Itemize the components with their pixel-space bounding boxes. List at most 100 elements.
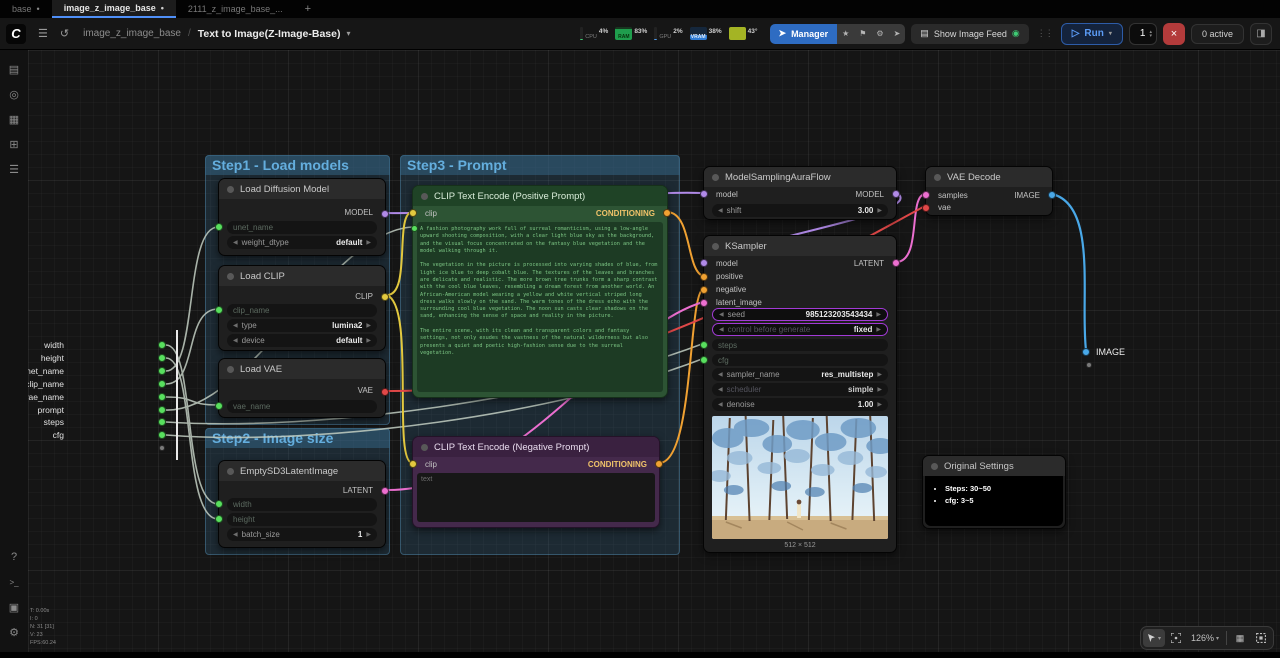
output-dot-model[interactable] (892, 190, 900, 198)
node-model-sampling-auraflow[interactable]: ModelSamplingAuraFlow model MODEL ◀ shif… (703, 166, 897, 220)
slot-dot[interactable] (158, 354, 166, 362)
input-dot-cfg[interactable] (700, 356, 708, 364)
node-load-vae[interactable]: Load VAE VAE vae_name (218, 358, 386, 418)
select-tool-button[interactable]: ▾ (1143, 629, 1165, 647)
node-ksampler[interactable]: KSampler model LATENT positive negative … (703, 235, 897, 553)
group-title[interactable]: Step1 - Load models (205, 155, 390, 175)
node-load-clip[interactable]: Load CLIP CLIP clip_name ◀ type lumina2 … (218, 265, 386, 351)
menu-icon[interactable]: ☰ (38, 27, 48, 40)
subgraph-output-image[interactable]: IMAGE (1096, 347, 1125, 357)
widget-weight-dtype[interactable]: ◀ weight_dtype default ▶ (227, 236, 377, 249)
tab-image-z-image-base[interactable]: image_z_image_base • (52, 0, 176, 18)
arrow-right-icon[interactable]: ▶ (366, 239, 371, 246)
workflow-name[interactable]: Text to Image(Z-Image-Base) (198, 28, 341, 40)
widget-device[interactable]: ◀ device default ▶ (227, 334, 377, 347)
subgraph-input-panel[interactable] (176, 330, 178, 460)
node-clip-text-encode-negative[interactable]: CLIP Text Encode (Negative Prompt) clip … (412, 436, 660, 528)
node-load-diffusion-model[interactable]: Load Diffusion Model MODEL unet_name ◀ w… (218, 178, 386, 256)
negative-prompt-textarea[interactable]: text (417, 473, 655, 522)
empty-slot-dot[interactable] (1086, 362, 1092, 368)
node-status-dot[interactable] (227, 273, 234, 280)
drag-handle[interactable]: ⋮⋮ (1037, 28, 1053, 39)
toggle-minimap-button[interactable] (1251, 629, 1271, 647)
node-empty-sd3-latent-image[interactable]: EmptySD3LatentImage LATENT width height … (218, 460, 386, 548)
arrow-left-icon[interactable]: ◀ (718, 386, 723, 393)
node-status-dot[interactable] (421, 444, 428, 451)
arrow-left-icon[interactable]: ◀ (718, 371, 723, 378)
node-status-dot[interactable] (712, 243, 719, 250)
input-dot-clip-name[interactable] (215, 306, 223, 314)
input-dot-model[interactable] (700, 259, 708, 267)
output-dot-conditioning[interactable] (655, 460, 663, 468)
group-title[interactable]: Step3 - Prompt (400, 155, 680, 175)
arrow-left-icon[interactable]: ◀ (719, 311, 724, 318)
fit-view-button[interactable] (1166, 629, 1186, 647)
arrow-left-icon[interactable]: ◀ (233, 239, 238, 246)
node-status-dot[interactable] (712, 174, 719, 181)
slot-dot[interactable] (158, 341, 166, 349)
widget-type[interactable]: ◀ type lumina2 ▶ (227, 319, 377, 332)
arrow-right-icon[interactable]: ▶ (877, 386, 882, 393)
preview-image[interactable] (712, 416, 888, 539)
arrow-right-icon[interactable]: ▶ (876, 326, 881, 333)
arrow-right-icon[interactable]: ▶ (366, 337, 371, 344)
queue-icon[interactable]: ☰ (3, 158, 25, 180)
step-down-icon[interactable]: ▾ (1149, 34, 1152, 38)
input-dot-vae[interactable] (922, 204, 930, 212)
toggle-panel-button[interactable]: ◨ (1250, 23, 1272, 45)
node-clip-text-encode-positive[interactable]: CLIP Text Encode (Positive Prompt) clip … (412, 185, 668, 398)
run-button[interactable]: ▷ Run ▾ (1061, 23, 1123, 45)
output-dot-latent[interactable] (381, 487, 389, 495)
subgraph-output-dot[interactable] (1082, 348, 1090, 356)
widget-control-before-generate[interactable]: ◀ control before generate fixed ▶ (712, 323, 888, 336)
slot-dot[interactable] (158, 418, 166, 426)
star-icon[interactable]: ★ (837, 29, 854, 38)
arrow-left-icon[interactable]: ◀ (719, 326, 724, 333)
group-title[interactable]: Step2 - Image size (205, 428, 390, 448)
slot-dot[interactable] (158, 393, 166, 401)
widget-cfg[interactable]: cfg (712, 354, 888, 366)
tab-base[interactable]: base • (0, 0, 52, 18)
flag-icon[interactable]: ⚑ (854, 29, 871, 38)
settings-gear-icon[interactable]: ⚙ (3, 621, 25, 643)
terminal-icon[interactable]: >_ (3, 571, 25, 593)
batch-count-stepper[interactable]: 1 ▴ ▾ (1129, 23, 1157, 45)
model-library-icon[interactable]: ▦ (3, 108, 25, 130)
workflows-icon[interactable]: ▤ (3, 58, 25, 80)
breadcrumb-root[interactable]: image_z_image_base (83, 28, 181, 39)
comfyui-logo[interactable]: C (6, 24, 26, 44)
output-dot-vae[interactable] (381, 388, 389, 396)
graph-canvas[interactable]: Step1 - Load models Step2 - Image size S… (28, 50, 1280, 652)
output-dot-conditioning[interactable] (663, 209, 671, 217)
arrow-right-icon[interactable]: ▶ (366, 322, 371, 329)
widget-batch-size[interactable]: ◀ batch_size 1 ▶ (227, 528, 377, 541)
new-tab-button[interactable]: + (295, 0, 321, 18)
input-dot-steps[interactable] (700, 341, 708, 349)
widget-vae-name[interactable]: vae_name (227, 400, 377, 413)
arrow-right-icon[interactable]: ▶ (877, 207, 882, 214)
arrow-right-icon[interactable]: ▶ (877, 371, 882, 378)
arrow-right-icon[interactable]: ▶ (877, 401, 882, 408)
input-dot-positive[interactable] (700, 273, 708, 281)
tab-2111-z-image-base[interactable]: 2111_z_image_base_... (176, 0, 295, 18)
widget-denoise[interactable]: ◀ denoise 1.00 ▶ (712, 398, 888, 411)
input-dot-unet-name[interactable] (215, 223, 223, 231)
active-jobs-badge[interactable]: 0 active (1191, 24, 1244, 44)
help-icon[interactable]: ? (3, 546, 25, 568)
output-dot-latent[interactable] (892, 259, 900, 267)
widget-clip-name[interactable]: clip_name (227, 304, 377, 317)
input-dot-clip[interactable] (409, 460, 417, 468)
toggle-grid-button[interactable]: ▦ (1230, 629, 1250, 647)
widget-width[interactable]: width (227, 498, 377, 511)
widget-seed[interactable]: ◀ seed 985123203543434 ▶ (712, 308, 888, 321)
cancel-run-button[interactable]: × (1163, 23, 1185, 45)
show-image-feed-button[interactable]: ▤ Show Image Feed ◉ (911, 24, 1028, 44)
empty-slot-dot[interactable] (159, 445, 165, 451)
arrow-left-icon[interactable]: ◀ (233, 531, 238, 538)
slot-dot[interactable] (158, 367, 166, 375)
output-dot-model[interactable] (381, 210, 389, 218)
arrow-left-icon[interactable]: ◀ (718, 207, 723, 214)
positive-prompt-textarea[interactable]: A fashion photography work full of surre… (417, 222, 663, 392)
undo-icon[interactable]: ↺ (60, 27, 69, 40)
chevron-down-icon[interactable]: ▾ (346, 29, 350, 38)
